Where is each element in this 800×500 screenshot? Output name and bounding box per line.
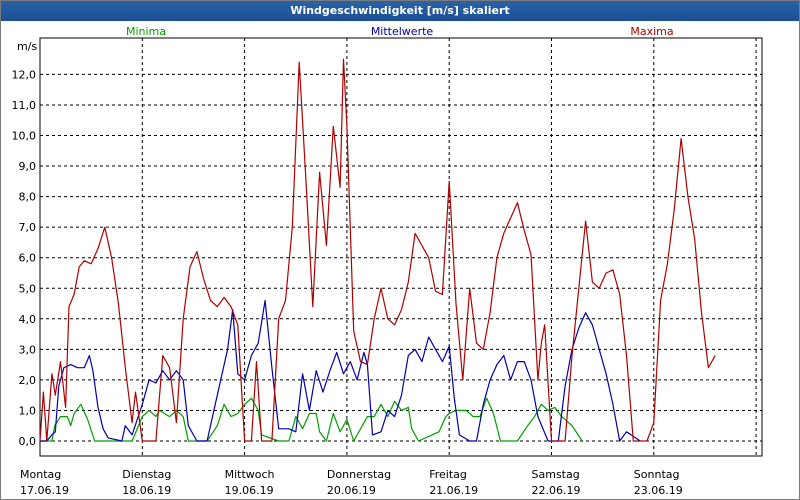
y-tick-label: 8,0: [19, 191, 37, 204]
y-tick-label: 10,0: [12, 130, 37, 143]
x-tick-day: Freitag: [429, 468, 467, 481]
x-tick-day: Donnerstag: [327, 468, 391, 481]
y-tick-label: 4,0: [19, 313, 37, 326]
x-tick-date: 22.06.19: [532, 484, 581, 497]
y-tick-labels: 0,0 1,0 2,0 3,0 4,0 5,0 6,0 7,0 8,0 9,0 10,0 11,0 12…: [12, 68, 37, 448]
legend-entry: Mittelwerte: [371, 25, 434, 38]
x-tick-date: 20.06.19: [327, 484, 376, 497]
x-tick-day: Montag: [20, 468, 61, 481]
x-tick-date: 18.06.19: [122, 484, 171, 497]
y-tick-label: 1,0: [19, 404, 37, 417]
grid-lines: [40, 38, 762, 456]
series-line-minima: [40, 397, 583, 442]
x-tick-day: Samstag: [532, 468, 580, 481]
y-tick-label: 11,0: [12, 99, 37, 112]
x-tick-day: Sonntag: [634, 468, 680, 481]
y-tick-label: 12,0: [12, 68, 37, 81]
x-tick-day: Mittwoch: [225, 468, 275, 481]
series-lines: [39, 58, 716, 442]
legend-entry: Minima: [126, 25, 166, 38]
x-tick-day: Dienstag: [122, 468, 171, 481]
y-tick-label: 0,0: [19, 435, 37, 448]
y-axis-unit: m/s: [17, 40, 37, 53]
x-tick-date: 17.06.19: [20, 484, 69, 497]
y-tick-label: 2,0: [19, 374, 37, 387]
y-tick-label: 5,0: [19, 282, 37, 295]
legend-entry: Maxima: [630, 25, 673, 38]
x-tick-labels: Montag 17.06.19 Dienstag 18.06.19 Mittwoch 19…: [20, 468, 683, 497]
legend: Minima Mittelwerte Maxima: [126, 25, 674, 38]
y-tick-label: 6,0: [19, 252, 37, 265]
y-tick-label: 7,0: [19, 221, 37, 234]
series-line-maxima: [39, 58, 716, 442]
x-tick-date: 21.06.19: [429, 484, 478, 497]
y-tick-label: 9,0: [19, 160, 37, 173]
x-tick-date: 23.06.19: [634, 484, 683, 497]
x-tick-date: 19.06.19: [225, 484, 274, 497]
wind-speed-chart: m/s 0,0 1,0 2,0 3,0 4,0 5,0 6,0 7,0 8,0 9,0 10,0 11…: [12, 25, 763, 497]
y-tick-label: 3,0: [19, 343, 37, 356]
